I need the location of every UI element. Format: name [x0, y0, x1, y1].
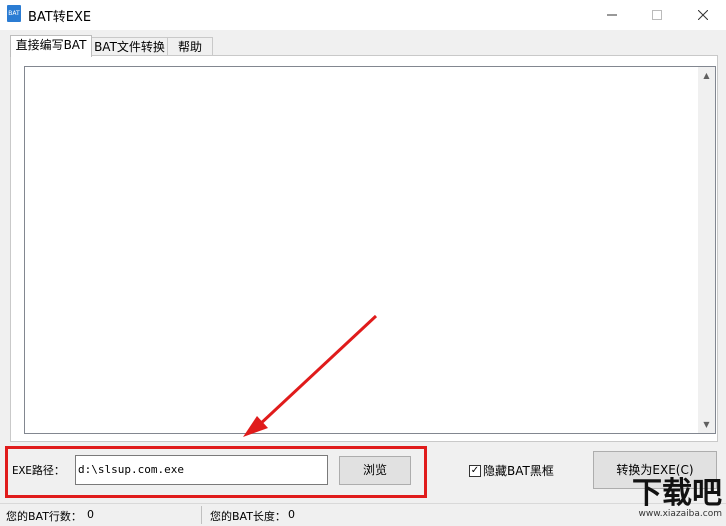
watermark-logo: 下载吧 www.xiazaiba.com	[632, 476, 722, 520]
watermark-url: www.xiazaiba.com	[638, 509, 722, 519]
line-count-value: 0	[87, 508, 94, 521]
length-label: 您的BAT长度：	[210, 510, 286, 523]
line-count-label: 您的BAT行数：	[6, 510, 82, 523]
tab-direct-write[interactable]: 直接编写BAT	[10, 35, 92, 57]
length-value: 0	[288, 508, 295, 521]
watermark-title: 下载吧	[632, 476, 722, 511]
annotation-arrow-icon	[243, 314, 378, 437]
status-bar: 您的BAT行数： 0 您的BAT长度： 0	[0, 503, 726, 526]
status-divider	[201, 506, 202, 524]
